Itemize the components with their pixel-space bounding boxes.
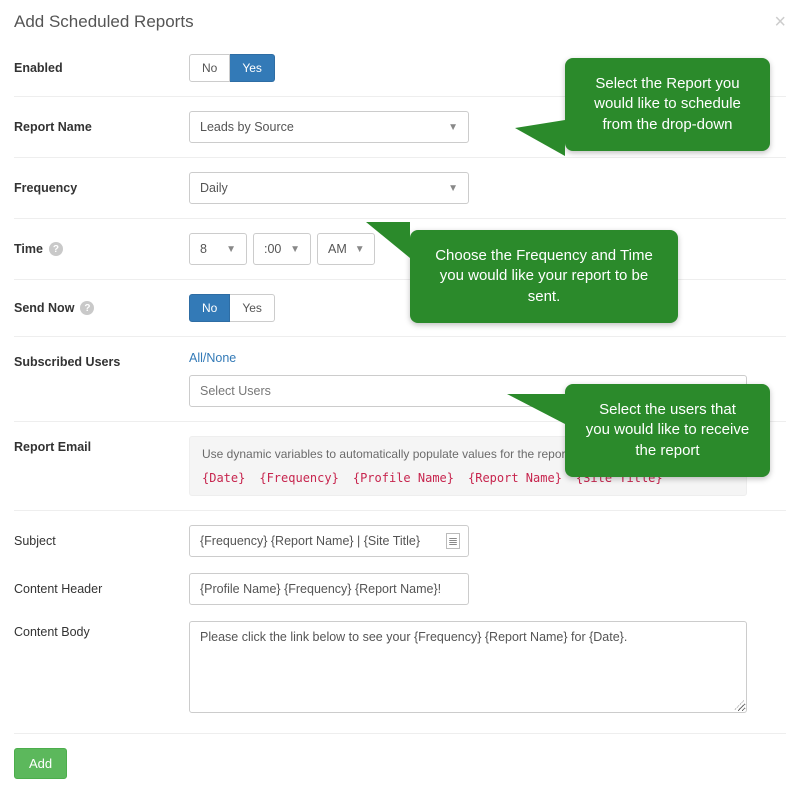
- callout-frequency: Choose the Frequency and Time you would …: [410, 230, 678, 323]
- var-date[interactable]: {Date}: [202, 471, 245, 485]
- content-body-value: Please click the link below to see your …: [200, 630, 627, 644]
- content-body-label: Content Body: [14, 621, 189, 639]
- help-icon[interactable]: ?: [49, 242, 63, 256]
- chevron-down-icon: ▼: [290, 244, 300, 255]
- subject-input[interactable]: {Frequency} {Report Name} | {Site Title}…: [189, 525, 469, 557]
- callout-users: Select the users that you would like to …: [565, 384, 770, 477]
- row-content-header: Content Header {Profile Name} {Frequency…: [14, 563, 786, 611]
- report-name-value: Leads by Source: [200, 120, 294, 134]
- enabled-toggle: No Yes: [189, 54, 275, 82]
- enabled-no-button[interactable]: No: [189, 54, 230, 82]
- var-report-name[interactable]: {Report Name}: [468, 471, 562, 485]
- report-name-select[interactable]: Leads by Source ▼: [189, 111, 469, 143]
- subscribed-users-label: Subscribed Users: [14, 351, 189, 369]
- send-now-yes-button[interactable]: Yes: [230, 294, 275, 322]
- time-minute-value: :00: [264, 242, 281, 256]
- close-icon[interactable]: ×: [774, 12, 786, 32]
- enabled-yes-button[interactable]: Yes: [230, 54, 275, 82]
- help-icon[interactable]: ?: [80, 301, 94, 315]
- row-subject: Subject {Frequency} {Report Name} | {Sit…: [14, 511, 786, 563]
- subject-label: Subject: [14, 534, 189, 548]
- select-users-value: Select Users: [200, 384, 271, 398]
- callout-report: Select the Report you would like to sche…: [565, 58, 770, 151]
- chevron-down-icon: ▼: [355, 244, 365, 255]
- report-email-label: Report Email: [14, 436, 189, 454]
- enabled-label: Enabled: [14, 61, 189, 75]
- send-now-toggle: No Yes: [189, 294, 275, 322]
- content-header-input[interactable]: {Profile Name} {Frequency} {Report Name}…: [189, 573, 469, 605]
- frequency-value: Daily: [200, 181, 228, 195]
- modal-title: Add Scheduled Reports: [14, 12, 194, 32]
- time-hour-select[interactable]: 8 ▼: [189, 233, 247, 265]
- modal-footer: Add: [14, 733, 786, 779]
- chevron-down-icon: ▼: [448, 183, 458, 194]
- time-label: Time ?: [14, 242, 189, 256]
- content-header-label: Content Header: [14, 582, 189, 596]
- frequency-label: Frequency: [14, 181, 189, 195]
- time-minute-select[interactable]: :00 ▼: [253, 233, 311, 265]
- var-profile-name[interactable]: {Profile Name}: [353, 471, 454, 485]
- autofill-icon[interactable]: ≣: [446, 533, 460, 549]
- all-none-link[interactable]: All/None: [189, 351, 236, 365]
- send-now-no-button[interactable]: No: [189, 294, 230, 322]
- time-ampm-value: AM: [328, 242, 347, 256]
- chevron-down-icon: ▼: [226, 244, 236, 255]
- frequency-select[interactable]: Daily ▼: [189, 172, 469, 204]
- row-frequency: Frequency Daily ▼: [14, 158, 786, 219]
- add-button[interactable]: Add: [14, 748, 67, 779]
- row-content-body: Content Body Please click the link below…: [14, 611, 786, 727]
- modal-header: Add Scheduled Reports ×: [14, 12, 786, 40]
- chevron-down-icon: ▼: [448, 122, 458, 133]
- send-now-label: Send Now ?: [14, 301, 189, 315]
- time-hour-value: 8: [200, 242, 207, 256]
- var-frequency[interactable]: {Frequency}: [259, 471, 338, 485]
- report-name-label: Report Name: [14, 120, 189, 134]
- content-header-value: {Profile Name} {Frequency} {Report Name}…: [200, 582, 441, 596]
- subject-value: {Frequency} {Report Name} | {Site Title}: [200, 534, 420, 548]
- content-body-textarea[interactable]: Please click the link below to see your …: [189, 621, 747, 713]
